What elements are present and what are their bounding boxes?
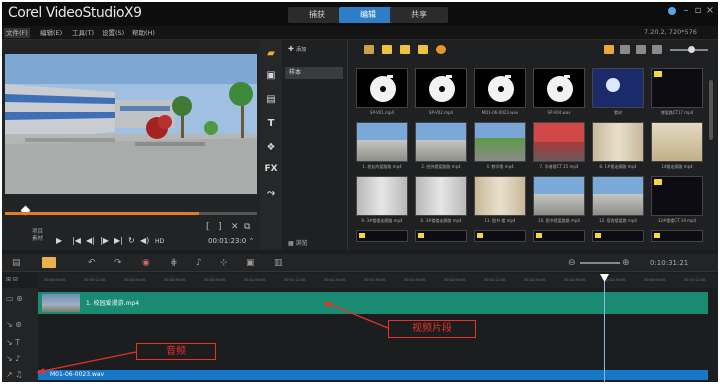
audio-arrow-head: [36, 368, 45, 374]
annotation-arrows: [36, 301, 389, 374]
videostudio-window: Corel VideoStudioX9 捕获 编辑 共享 – ▫ × 文件(F)…: [2, 2, 718, 382]
video-annotation-arrow: [323, 301, 389, 329]
audio-annotation-label: 音频: [136, 343, 216, 360]
audio-annotation-arrow: [37, 351, 137, 373]
video-annotation-label: 视频片段: [388, 320, 476, 338]
